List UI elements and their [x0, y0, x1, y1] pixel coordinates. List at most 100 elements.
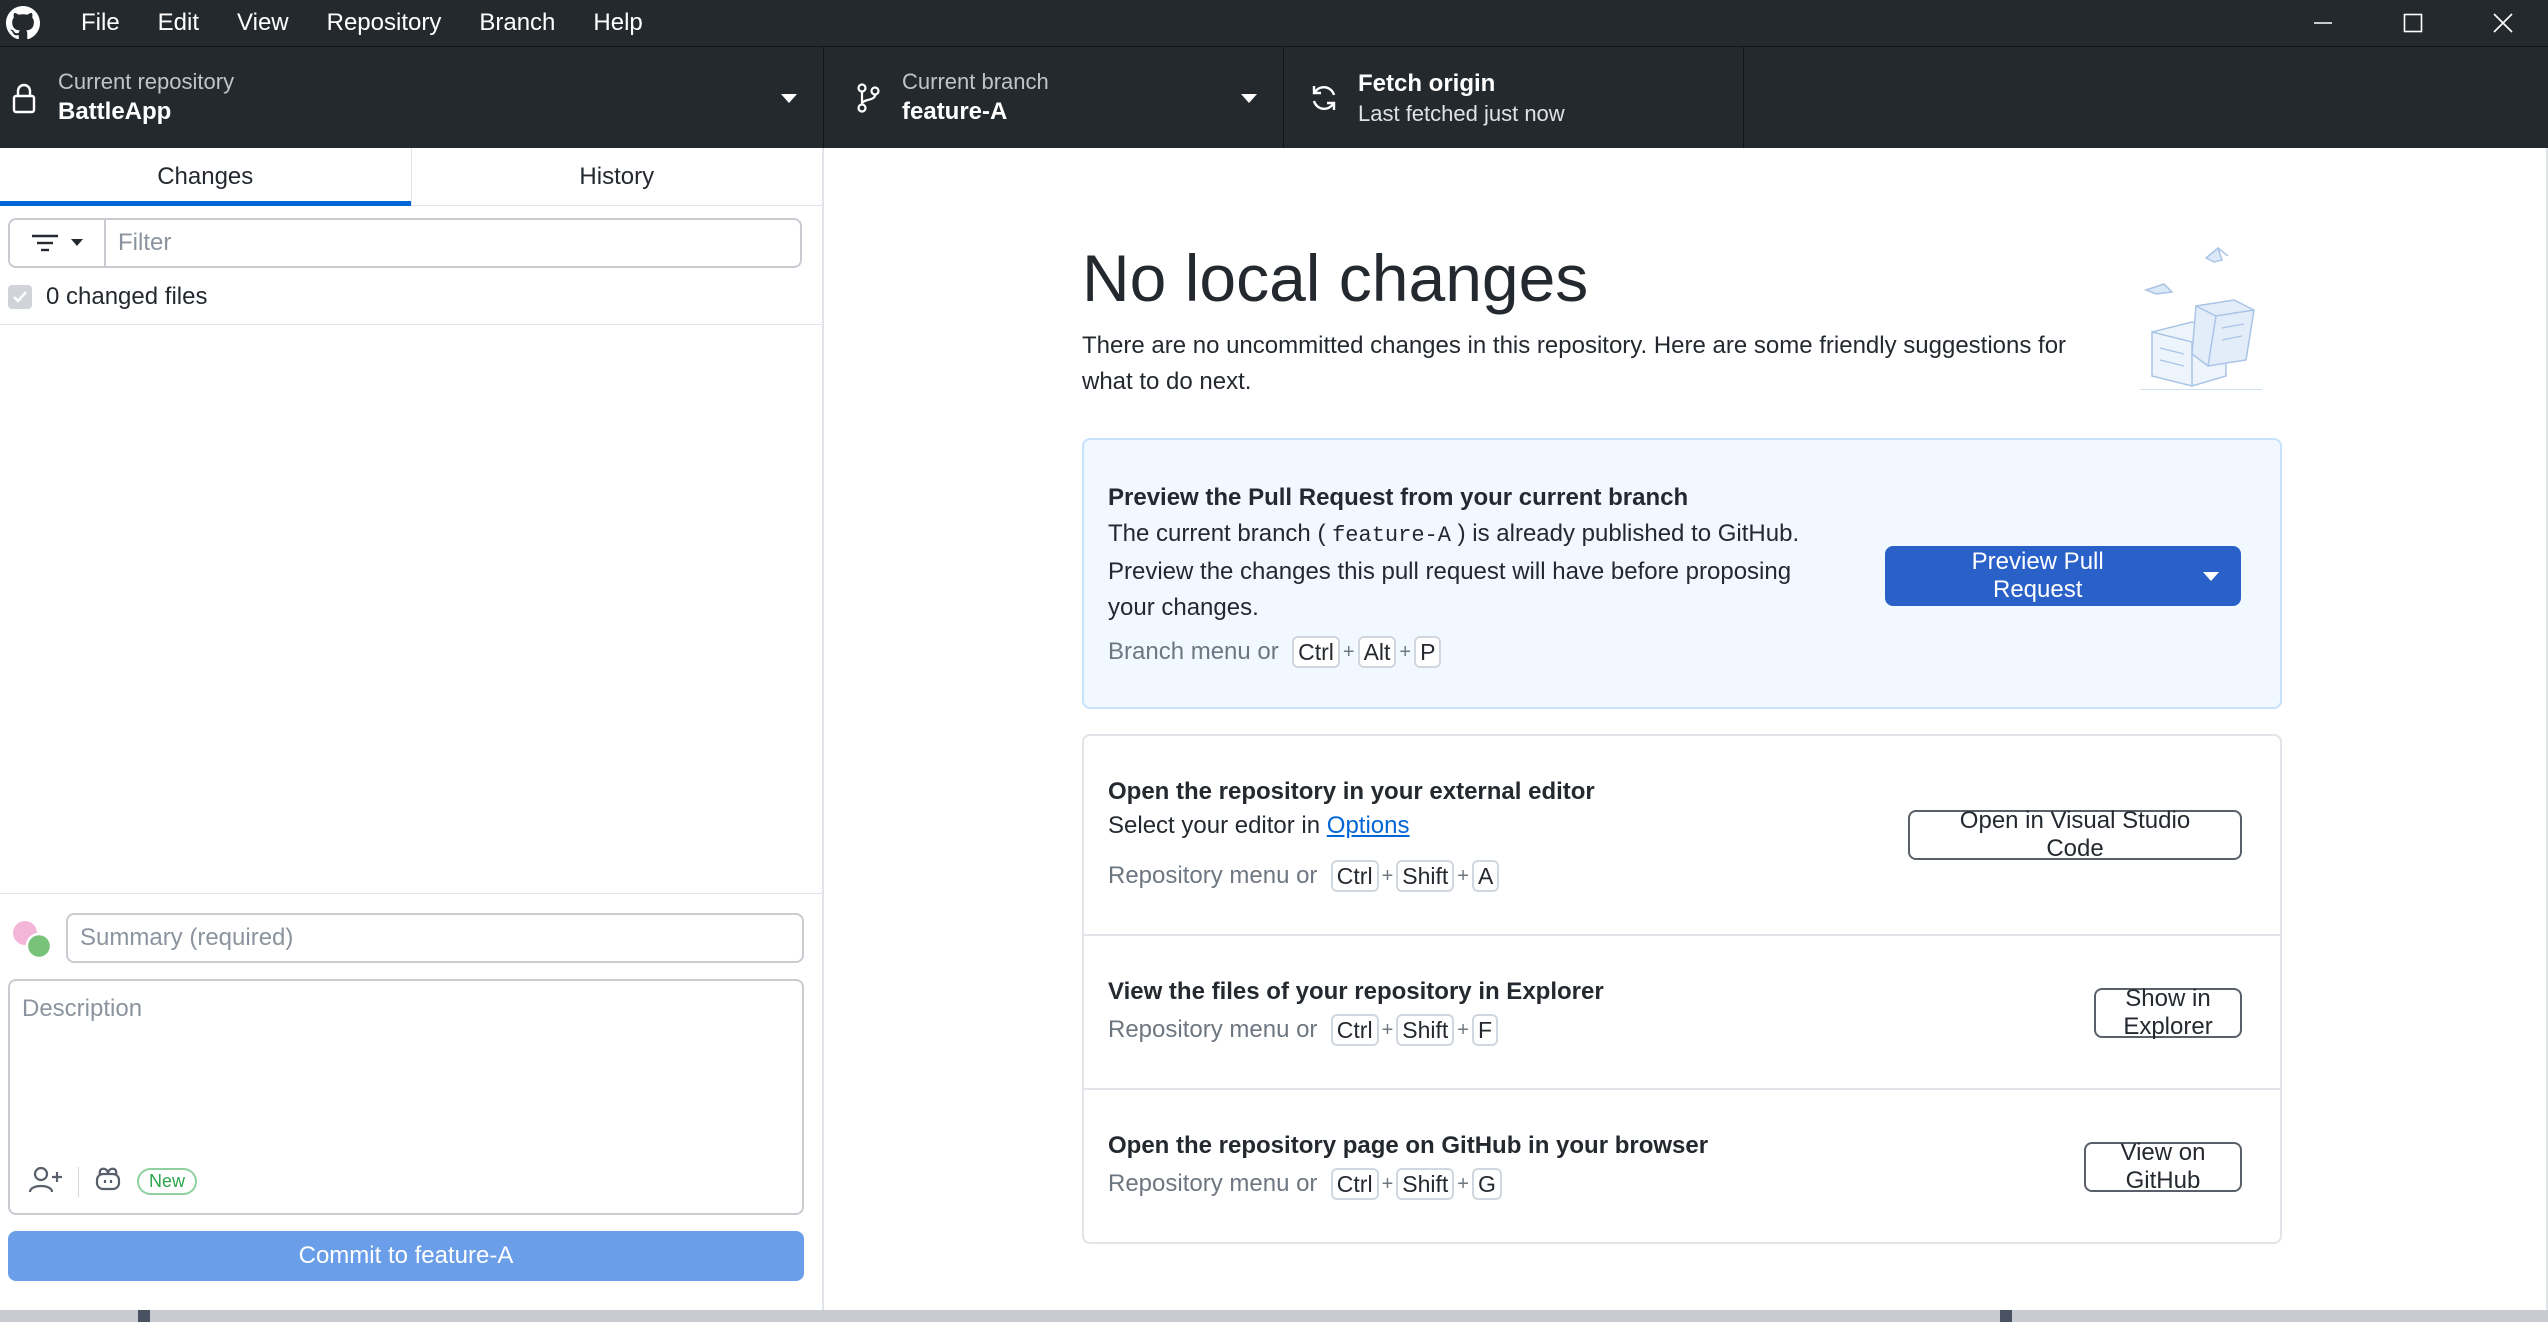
branch-label: Current branch: [902, 68, 1049, 94]
preview-pull-request-card: Preview the Pull Request from your curre…: [1082, 438, 2282, 709]
view-on-github-button[interactable]: View on GitHub: [2084, 1139, 2242, 1194]
divider: [78, 1166, 79, 1197]
chevron-down-icon: [1241, 93, 1257, 103]
repo-name: BattleApp: [58, 97, 172, 125]
pr-line1-prefix: The current branch (: [1108, 520, 1326, 547]
minimize-icon: [2314, 22, 2332, 24]
menu-branch[interactable]: Branch: [460, 0, 574, 46]
close-icon: [2493, 13, 2513, 33]
taskbar-mark: [2000, 1310, 2012, 1322]
open-editor-section: Open the repository in your external edi…: [1084, 736, 2280, 934]
key-plus: +: [1381, 1172, 1394, 1195]
pr-card-title: Preview the Pull Request from your curre…: [1108, 484, 1689, 511]
taskbar-mark: [138, 1310, 150, 1322]
editor-body-prefix: Select your editor in: [1108, 812, 1321, 839]
preview-pull-request-button[interactable]: Preview Pull Request: [1885, 546, 2241, 606]
maximize-icon: [2403, 13, 2423, 33]
pr-shortcut-hint: Branch menu or Ctrl + Alt + P: [1108, 636, 1442, 668]
view-on-github-section: Open the repository page on GitHub in yo…: [1084, 1088, 2280, 1240]
sync-icon: [1302, 82, 1346, 114]
pr-line2: Preview the changes this pull request wi…: [1108, 558, 1792, 621]
filter-options-button[interactable]: [8, 218, 104, 268]
key-f: F: [1471, 1014, 1499, 1046]
description-box: New: [8, 979, 804, 1215]
key-plus: +: [1457, 1172, 1469, 1195]
key-plus: +: [1457, 864, 1469, 887]
menu-repository[interactable]: Repository: [308, 0, 461, 46]
description-input[interactable]: [10, 981, 802, 1141]
repo-label: Current repository: [58, 68, 235, 94]
toolbar: Current repository BattleApp Current bra…: [0, 46, 2548, 148]
divider: [0, 893, 822, 894]
key-p: P: [1414, 636, 1442, 668]
changed-files-row: 0 changed files: [8, 282, 207, 312]
add-coauthor-icon[interactable]: [28, 1164, 64, 1199]
tab-changes[interactable]: Changes: [0, 148, 411, 206]
suggestions-card: Open the repository in your external edi…: [1082, 734, 2282, 1244]
commit-button[interactable]: Commit to feature-A: [8, 1231, 804, 1281]
key-ctrl: Ctrl: [1330, 1014, 1379, 1046]
select-all-checkbox[interactable]: [8, 285, 32, 309]
copilot-icon[interactable]: [93, 1165, 123, 1198]
window-controls: [2278, 0, 2548, 46]
key-plus: +: [1342, 640, 1355, 663]
preview-pull-request-label: Preview Pull Request: [1971, 548, 2104, 603]
main-content: No local changes There are no uncommitte…: [826, 148, 2548, 1310]
key-shift: Shift: [1396, 860, 1455, 892]
chevron-down-icon: [781, 93, 797, 103]
chevron-down-icon[interactable]: [2186, 547, 2235, 605]
close-button[interactable]: [2458, 0, 2548, 46]
open-in-vscode-button[interactable]: Open in Visual Studio Code: [1908, 807, 2242, 862]
current-branch-dropdown[interactable]: Current branch feature-A: [824, 47, 1284, 148]
page-description: There are no uncommitted changes in this…: [1082, 332, 2067, 395]
github-logo-icon: [0, 0, 46, 46]
fetch-origin-button[interactable]: Fetch origin Last fetched just now: [1284, 47, 1744, 148]
page-title: No local changes: [1082, 241, 1589, 315]
show-in-explorer-button[interactable]: Show in Explorer: [2094, 985, 2242, 1040]
key-a: A: [1471, 860, 1500, 892]
explorer-shortcut-hint: Repository menu or Ctrl + Shift + F: [1108, 1014, 1499, 1046]
avatar: [10, 917, 54, 961]
description-tools: New: [28, 1164, 198, 1199]
key-plus: +: [1399, 640, 1412, 663]
github-title: Open the repository page on GitHub in yo…: [1108, 1132, 1709, 1159]
branch-icon: [846, 82, 890, 114]
menu-help[interactable]: Help: [574, 0, 661, 46]
hint-prefix: Repository menu or: [1108, 862, 1318, 889]
menu-bar: File Edit View Repository Branch Help: [62, 0, 662, 46]
minimize-button[interactable]: [2278, 0, 2368, 46]
menu-file[interactable]: File: [62, 0, 139, 46]
pr-line1-suffix: ) is already published to GitHub.: [1457, 520, 1800, 547]
key-plus: +: [1381, 1018, 1394, 1041]
key-ctrl: Ctrl: [1330, 860, 1379, 892]
divider: [0, 324, 822, 325]
changes-sidebar: Changes History 0 changed files: [0, 148, 824, 1310]
taskbar-edge: [0, 1310, 2548, 1322]
key-alt: Alt: [1357, 636, 1397, 668]
sidebar-tabs: Changes History: [0, 148, 822, 206]
editor-body: Select your editor in Options: [1108, 808, 1410, 844]
check-icon: [13, 291, 27, 303]
menu-view[interactable]: View: [218, 0, 308, 46]
title-bar: File Edit View Repository Branch Help: [0, 0, 2548, 46]
current-repository-dropdown[interactable]: Current repository BattleApp: [0, 47, 824, 148]
options-link[interactable]: Options: [1327, 812, 1410, 839]
tab-history[interactable]: History: [410, 148, 823, 205]
show-in-explorer-section: View the files of your repository in Exp…: [1084, 934, 2280, 1088]
summary-input[interactable]: [66, 913, 804, 963]
key-shift: Shift: [1396, 1014, 1455, 1046]
hint-prefix: Branch menu or: [1108, 638, 1279, 665]
key-ctrl: Ctrl: [1330, 1168, 1379, 1200]
explorer-title: View the files of your repository in Exp…: [1108, 978, 1604, 1005]
filter-input[interactable]: [104, 218, 802, 268]
github-shortcut-hint: Repository menu or Ctrl + Shift + G: [1108, 1168, 1502, 1200]
key-plus: +: [1381, 864, 1394, 887]
maximize-button[interactable]: [2368, 0, 2458, 46]
pr-card-body: The current branch ( feature-A ) is alre…: [1108, 516, 1828, 626]
menu-edit[interactable]: Edit: [139, 0, 218, 46]
editor-title: Open the repository in your external edi…: [1108, 778, 1595, 805]
filter-row: [8, 218, 802, 268]
editor-shortcut-hint: Repository menu or Ctrl + Shift + A: [1108, 860, 1500, 892]
filter-icon: [32, 234, 58, 252]
chevron-down-icon: [71, 239, 83, 246]
